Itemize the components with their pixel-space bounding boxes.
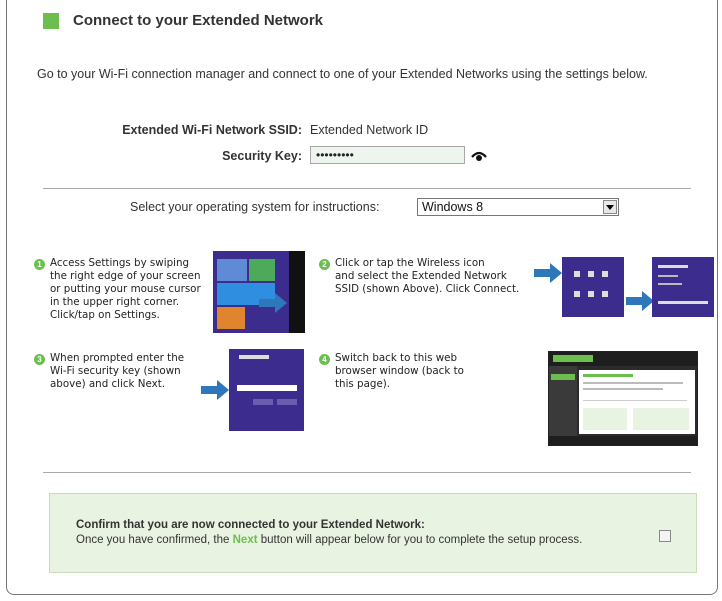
confirm-title: Confirm that you are now connected to yo…	[76, 519, 425, 531]
divider	[43, 472, 691, 473]
next-keyword: Next	[232, 534, 258, 546]
ssid-value: Extended Network ID	[310, 123, 429, 137]
dropdown-arrow-icon[interactable]	[603, 200, 617, 214]
intro-text: Go to your Wi-Fi connection manager and …	[37, 67, 648, 81]
step-4-screenshot	[548, 351, 698, 446]
confirm-panel: Confirm that you are now connected to yo…	[49, 493, 697, 573]
os-select-label: Select your operating system for instruc…	[130, 200, 380, 214]
step-2-text: Click or tap the Wireless icon and selec…	[335, 257, 520, 295]
arrow-right-icon	[534, 263, 562, 283]
security-key-field[interactable]	[310, 146, 465, 164]
step-4-number: 4	[319, 354, 330, 365]
step-4-text: Switch back to this web browser window (…	[335, 352, 464, 390]
step-3-text: When prompted enter the Wi-Fi security k…	[50, 352, 185, 390]
ssid-label: Extended Wi-Fi Network SSID:	[122, 123, 302, 137]
arrow-right-icon	[201, 380, 229, 400]
confirm-checkbox[interactable]	[659, 530, 671, 542]
step-2-number: 2	[319, 259, 330, 270]
step-3-screenshot	[229, 349, 304, 431]
divider	[43, 188, 691, 189]
step-2-screenshot-b	[652, 257, 714, 317]
step-2-screenshot-a	[562, 257, 624, 317]
security-key-label: Security Key:	[222, 149, 302, 163]
confirm-text: Once you have confirmed, the Next button…	[76, 534, 583, 546]
page-title: Connect to your Extended Network	[73, 12, 324, 29]
arrow-right-icon	[259, 293, 287, 313]
step-1-text: Access Settings by swiping the right edg…	[50, 257, 201, 321]
eye-icon[interactable]	[471, 149, 487, 163]
setup-panel: Connect to your Extended Network Go to y…	[6, 0, 718, 595]
step-1-screenshot	[213, 251, 305, 333]
os-select-dropdown[interactable]: Windows 8	[417, 198, 619, 216]
step-1-number: 1	[34, 259, 45, 270]
os-select-value: Windows 8	[422, 200, 484, 214]
step-3-number: 3	[34, 354, 45, 365]
section-marker-icon	[43, 12, 59, 29]
section-header: Connect to your Extended Network	[43, 12, 323, 29]
arrow-right-icon	[626, 291, 654, 311]
